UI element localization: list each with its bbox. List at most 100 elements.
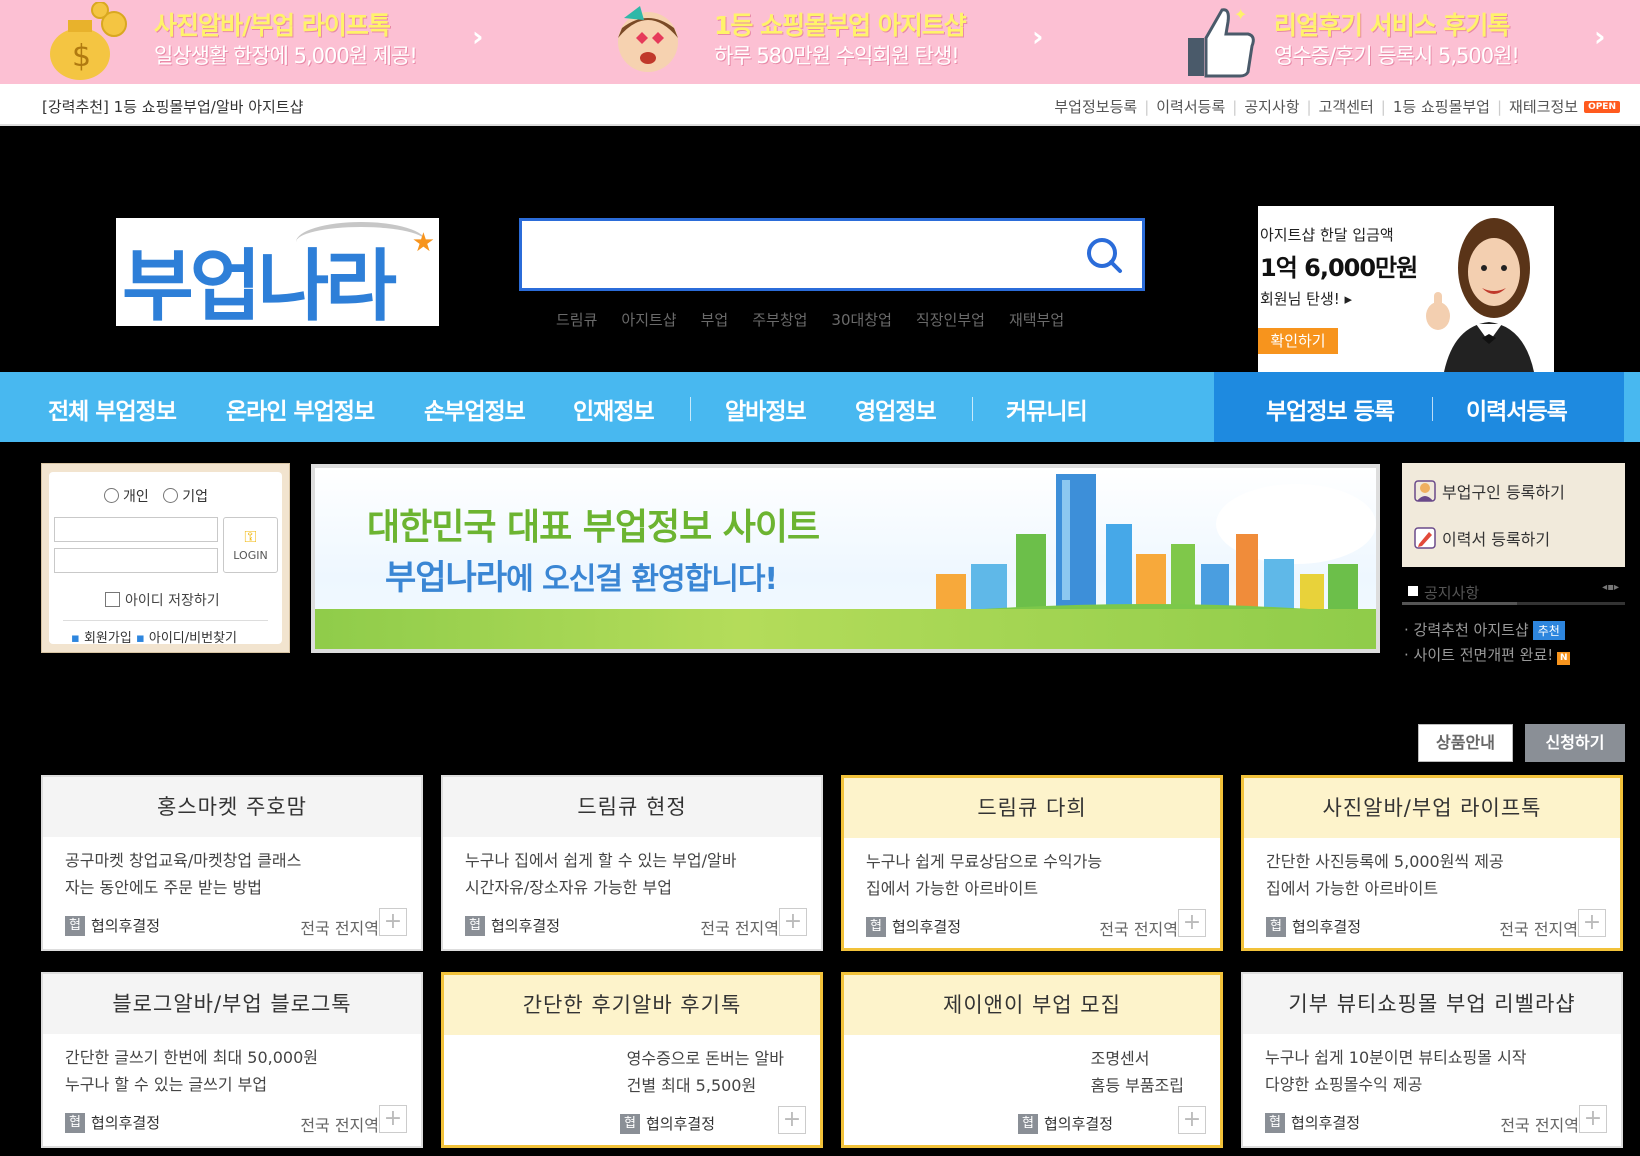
card-title[interactable]: 사진알바/부업 라이프톡: [1244, 778, 1620, 838]
notice-pager-icon[interactable]: ◂▪▸: [1602, 582, 1619, 593]
keyword-link[interactable]: 부업: [701, 309, 729, 330]
woman-thumbs-up-icon: [1426, 218, 1534, 372]
password-field[interactable]: [54, 548, 218, 573]
product-info-button[interactable]: 상품안내: [1418, 724, 1513, 762]
pay-badge: 협: [65, 915, 85, 936]
plus-icon[interactable]: +: [1178, 909, 1206, 937]
bullet: ▪: [135, 631, 145, 646]
azitshop-ad[interactable]: 아지트샵 한달 입금액 1억 6,000만원 회원님 탄생! ▸ 확인하기: [1258, 206, 1554, 372]
nav-online-jobs[interactable]: 온라인 부업정보: [226, 392, 375, 426]
divider: [63, 620, 268, 621]
promo-item-lifetalk[interactable]: $ 사진알바/부업 라이프톡 일상생활 한장에 5,000원 제공! ›: [0, 0, 540, 84]
nav-resume-register[interactable]: 이력서등록: [1466, 392, 1568, 426]
card-title[interactable]: 기부 뷰티쇼핑몰 부업 리벨라샵: [1243, 974, 1621, 1034]
util-link-customer-center[interactable]: 고객센터: [1319, 96, 1374, 117]
promo-item-hugitalk[interactable]: ✦ 리얼후기 서비스 후기톡 영수증/후기 등록시 5,500원! ›: [1170, 0, 1640, 84]
nav-parttime-info[interactable]: 알바정보: [725, 392, 807, 426]
card-title[interactable]: 제이앤이 부업 모집: [844, 975, 1220, 1035]
plus-icon[interactable]: +: [1178, 1106, 1206, 1134]
plus-icon[interactable]: +: [1578, 909, 1606, 937]
card-description-line: 조명센서: [1090, 1049, 1150, 1068]
plus-icon[interactable]: +: [379, 908, 407, 936]
card-pay: 협 협의후결정: [866, 916, 961, 937]
card-description-line: 간단한 사진등록에 5,000원씩 제공: [1266, 852, 1504, 871]
nav-community[interactable]: 커뮤니티: [1006, 392, 1088, 426]
plus-icon[interactable]: +: [1579, 1105, 1607, 1133]
notice-item[interactable]: · 사이트 전면개편 완료! N: [1404, 644, 1571, 665]
search-icon[interactable]: [1084, 235, 1124, 275]
keyword-link[interactable]: 아지트샵: [621, 309, 676, 330]
plus-icon[interactable]: +: [778, 1106, 806, 1134]
pay-badge: 협: [65, 1112, 85, 1133]
keyword-link[interactable]: 재택부업: [1009, 309, 1064, 330]
card-description: 공구마켓 창업교육/마켓창업 클래스 자는 동안에도 주문 받는 방법: [65, 847, 301, 901]
thumbs-up-icon: ✦: [1188, 5, 1255, 78]
job-card[interactable]: 간단한 후기알바 후기톡 영수증으로 돈버는 알바 건별 최대 5,500원 협 협의후…: [441, 972, 823, 1148]
card-description-line: 자는 동안에도 주문 받는 방법: [65, 878, 262, 897]
nav-job-register[interactable]: 부업정보 등록: [1266, 392, 1395, 426]
new-badge: N: [1557, 652, 1571, 665]
keyword-link[interactable]: 직장인부업: [916, 309, 985, 330]
search-box: [519, 218, 1145, 291]
nav-talent-info[interactable]: 인재정보: [573, 392, 655, 426]
notice-title[interactable]: 공지사항: [1424, 582, 1479, 603]
job-card[interactable]: 드림큐 다희 누구나 쉽게 무료상담으로 수익가능 집에서 가능한 아르바이트 협 협의…: [841, 775, 1223, 951]
card-description: 조명센서 홈등 부품조립: [1091, 1045, 1184, 1099]
card-title[interactable]: 드림큐 다희: [844, 778, 1220, 838]
apply-button[interactable]: 신청하기: [1525, 724, 1625, 762]
svg-text:$: $: [72, 39, 91, 74]
job-card[interactable]: 사진알바/부업 라이프톡 간단한 사진등록에 5,000원씩 제공 집에서 가능한 …: [1241, 775, 1623, 951]
card-title[interactable]: 간단한 후기알바 후기톡: [444, 975, 820, 1035]
radio-company-label: 기업: [182, 489, 208, 505]
site-logo[interactable]: 부업나라 ★: [116, 218, 439, 332]
card-title[interactable]: 드림큐 현정: [443, 777, 821, 837]
nav-sales-info[interactable]: 영업정보: [855, 392, 937, 426]
radio-personal[interactable]: [104, 488, 119, 503]
save-id-checkbox[interactable]: [105, 592, 120, 607]
plus-icon[interactable]: +: [379, 1105, 407, 1133]
nav-all-jobs[interactable]: 전체 부업정보: [48, 392, 177, 426]
quick-resume-post[interactable]: 이력서 등록하기: [1414, 526, 1550, 550]
util-link-notice[interactable]: 공지사항: [1244, 96, 1299, 117]
radio-company[interactable]: [163, 488, 179, 503]
quick-job-post[interactable]: 부업구인 등록하기: [1414, 479, 1565, 503]
find-account-link[interactable]: 아이디/비번찾기: [149, 631, 237, 646]
popular-keywords: 드림큐 아지트샵 부업 주부창업 30대창업 직장인부업 재택부업: [540, 309, 1140, 330]
square-bullet-icon: [1408, 586, 1418, 596]
util-recommend-link[interactable]: [강력추천] 1등 쇼핑몰부업/알바 아지트샵: [42, 96, 303, 117]
keyword-link[interactable]: 30대창업: [831, 309, 892, 330]
job-card[interactable]: 제이앤이 부업 모집조명센서 홈등 부품조립협 협의후결정 +: [841, 972, 1223, 1148]
keyword-link[interactable]: 드림큐: [556, 309, 597, 330]
promo-banner: $ 사진알바/부업 라이프톡 일상생활 한장에 5,000원 제공! › 1등 …: [0, 0, 1640, 84]
nav-handwork-jobs[interactable]: 손부업정보: [424, 392, 526, 426]
card-title[interactable]: 홍스마켓 주호맘: [43, 777, 421, 837]
job-card[interactable]: 기부 뷰티쇼핑몰 부업 리벨라샵 누구나 쉽게 10분이면 뷰티쇼핑몰 시작 다양한…: [1241, 972, 1623, 1148]
util-link-shopping-mall[interactable]: 1등 쇼핑몰부업: [1393, 96, 1490, 117]
card-description: 간단한 글쓰기 한번에 최대 50,000원 누구나 할 수 있는 글쓰기 부업: [65, 1044, 318, 1098]
job-card[interactable]: 홍스마켓 주호맘공구마켓 창업교육/마켓창업 클래스 자는 동안에도 주문 받는 …: [41, 775, 423, 951]
svg-text:✦: ✦: [1234, 5, 1247, 24]
join-link[interactable]: 회원가입: [84, 631, 132, 646]
save-id-row[interactable]: 아이디 저장하기: [105, 590, 220, 610]
job-card[interactable]: 드림큐 현정 누구나 집에서 쉽게 할 수 있는 부업/알바 시간자유/장소자유 가…: [441, 775, 823, 951]
promo-item-azitshop[interactable]: 1등 쇼핑몰부업 아지트샵 하루 580만원 수익회원 탄생! ›: [600, 0, 1100, 84]
card-pay: 협 협의후결정: [1018, 1113, 1113, 1134]
id-field[interactable]: [54, 517, 218, 542]
card-description-line: 시간자유/장소자유 가능한 부업: [465, 878, 672, 897]
keyword-link[interactable]: 주부창업: [752, 309, 807, 330]
card-pay: 협 협의후결정: [65, 1112, 160, 1133]
search-input[interactable]: [532, 231, 1072, 277]
util-link-job-register[interactable]: 부업정보등록: [1054, 96, 1137, 117]
card-title[interactable]: 블로그알바/부업 블로그톡: [43, 974, 421, 1034]
recommend-badge: 추천: [1532, 621, 1565, 640]
divider: |: [1232, 97, 1238, 116]
util-link-finance-info[interactable]: 재테크정보: [1509, 96, 1578, 117]
job-card[interactable]: 블로그알바/부업 블로그톡간단한 글쓰기 한번에 최대 50,000원 누구나 할…: [41, 972, 423, 1148]
util-link-resume-register[interactable]: 이력서등록: [1156, 96, 1225, 117]
login-button[interactable]: ⚿ LOGIN: [223, 517, 278, 573]
ad-confirm-button[interactable]: 확인하기: [1258, 328, 1338, 354]
plus-icon[interactable]: +: [779, 908, 807, 936]
nav-divider: [1432, 397, 1433, 421]
notice-item[interactable]: · 강력추천 아지트샵 추천: [1404, 619, 1565, 640]
card-region: 전국 전지역: [300, 919, 379, 938]
